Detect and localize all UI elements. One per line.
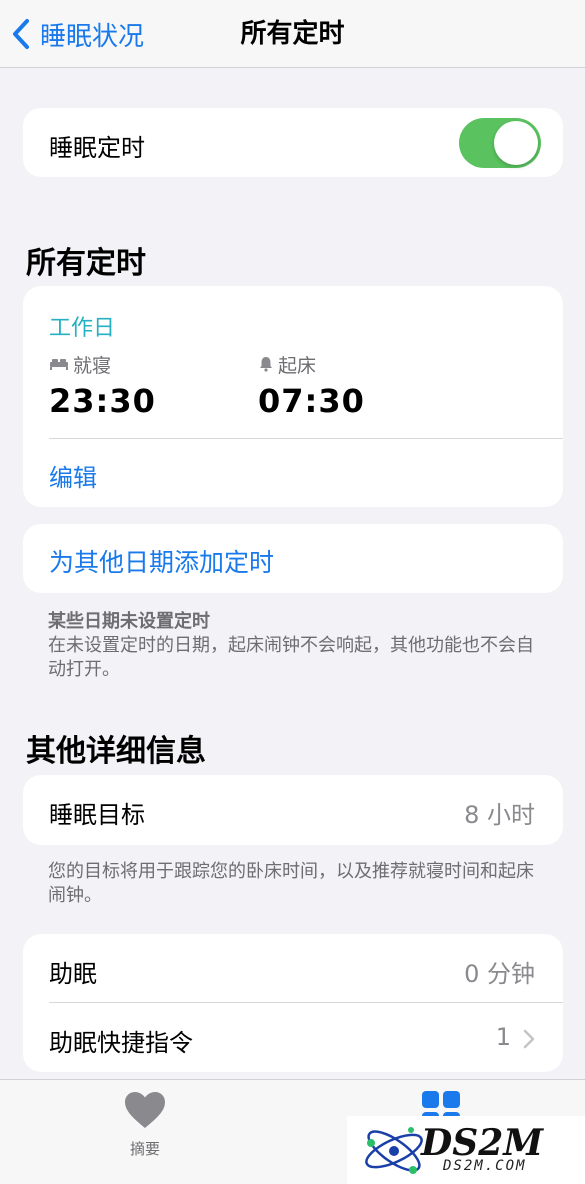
note-title: 某些日期未设置定时 bbox=[48, 611, 210, 632]
other-details-heading: 其他详细信息 bbox=[26, 734, 206, 769]
wind-down-shortcuts-row[interactable]: 助眠快捷指令 1 bbox=[23, 1003, 563, 1072]
atom-logo-icon bbox=[365, 1127, 423, 1174]
note-body: 在未设置定时的日期，起床闹钟不会响起，其他功能也不会自动打开。 bbox=[48, 635, 534, 680]
tab-summary-label: 摘要 bbox=[129, 1140, 160, 1158]
watermark-url: DS2M.COM bbox=[443, 1158, 527, 1174]
weekday-schedule-card: 工作日 就寝 23:30 起床 07:30 编辑 bbox=[23, 286, 563, 507]
heart-icon bbox=[125, 1092, 165, 1128]
navigation-bar: 睡眠状况 所有定时 bbox=[0, 0, 585, 68]
wind-down-row[interactable]: 助眠 0 分钟 bbox=[23, 934, 563, 1002]
shortcuts-value: 1 bbox=[495, 1023, 511, 1051]
chevron-right-icon bbox=[523, 1029, 535, 1049]
wake-block: 起床 07:30 bbox=[258, 352, 365, 421]
toggle-knob bbox=[494, 121, 538, 165]
bedtime-value: 23:30 bbox=[49, 382, 156, 420]
schedule-note: 某些日期未设置定时 在未设置定时的日期，起床闹钟不会响起，其他功能也不会自动打开… bbox=[48, 610, 548, 682]
wake-value: 07:30 bbox=[258, 382, 365, 420]
sleep-schedule-toggle[interactable] bbox=[459, 118, 541, 168]
watermark: DS2M DS2M.COM bbox=[347, 1116, 585, 1184]
wind-down-value: 0 分钟 bbox=[464, 960, 535, 988]
edit-schedule-button[interactable]: 编辑 bbox=[49, 458, 97, 493]
add-schedule-card[interactable]: 为其他日期添加定时 bbox=[23, 524, 563, 593]
add-schedule-button[interactable]: 为其他日期添加定时 bbox=[49, 543, 274, 579]
wake-label: 起床 bbox=[278, 354, 317, 377]
goal-note: 您的目标将用于跟踪您的卧床时间，以及推荐就寝时间和起床闹钟。 bbox=[48, 861, 534, 906]
bed-icon bbox=[50, 359, 68, 370]
sleep-goal-label: 睡眠目标 bbox=[49, 801, 145, 829]
page-title: 所有定时 bbox=[240, 19, 345, 49]
schedule-name: 工作日 bbox=[49, 316, 116, 341]
all-schedules-heading: 所有定时 bbox=[26, 246, 146, 281]
sleep-schedule-label: 睡眠定时 bbox=[49, 134, 145, 162]
wind-down-card: 助眠 0 分钟 助眠快捷指令 1 bbox=[23, 934, 563, 1072]
bedtime-block: 就寝 23:30 bbox=[49, 352, 156, 421]
tab-summary[interactable]: 摘要 bbox=[85, 1090, 205, 1159]
bedtime-label: 就寝 bbox=[73, 354, 112, 377]
alarm-bell-icon bbox=[260, 357, 272, 372]
sleep-goal-card[interactable]: 睡眠目标 8 小时 bbox=[23, 775, 563, 845]
shortcuts-label: 助眠快捷指令 bbox=[49, 1029, 193, 1057]
divider bbox=[49, 438, 563, 439]
wind-down-label: 助眠 bbox=[49, 960, 97, 988]
sleep-schedule-card: 睡眠定时 bbox=[23, 108, 563, 177]
sleep-goal-value: 8 小时 bbox=[464, 801, 535, 829]
